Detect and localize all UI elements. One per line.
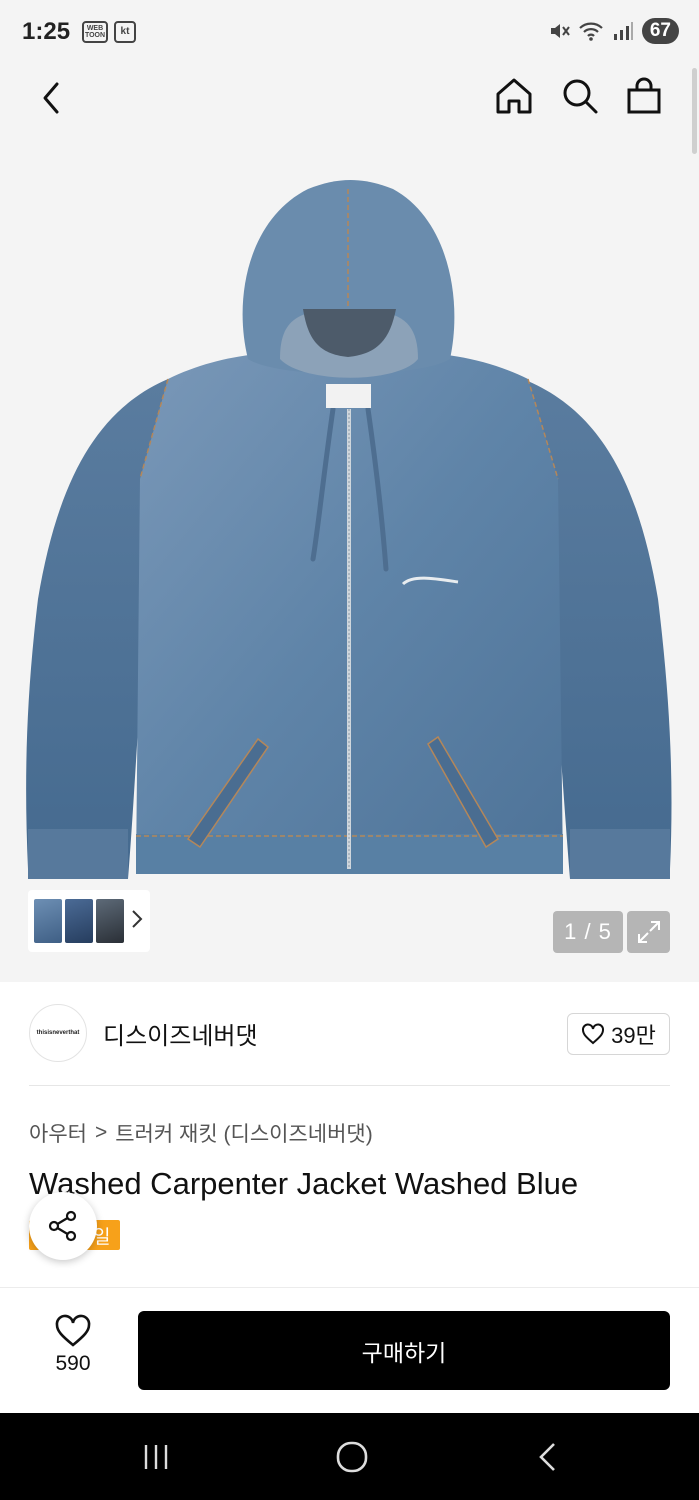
purchase-bar: 590 구매하기 <box>0 1288 699 1413</box>
battery-indicator: 67 <box>641 18 679 44</box>
thumbnail[interactable] <box>96 899 124 943</box>
expand-icon[interactable] <box>627 911 670 953</box>
product-gallery[interactable]: 1 / 5 <box>0 64 699 982</box>
breadcrumb-category[interactable]: 아우터 <box>29 1118 87 1148</box>
status-bar: 1:25 WEB TOON kt 67 <box>0 0 699 64</box>
home-button-icon[interactable] <box>330 1437 374 1477</box>
back-icon[interactable] <box>30 76 74 120</box>
brand-name[interactable]: 디스이즈네버댓 <box>103 1016 258 1051</box>
share-icon <box>48 1210 77 1242</box>
system-navigation-bar <box>0 1413 699 1500</box>
heart-icon <box>582 1023 605 1045</box>
brand-logo[interactable]: thisisneverthat <box>29 1004 87 1062</box>
thumbnail[interactable] <box>65 899 93 943</box>
share-button[interactable] <box>29 1192 97 1260</box>
signal-icon <box>613 22 633 40</box>
breadcrumb-subcategory[interactable]: 트러커 재킷 (디스이즈네버댓) <box>115 1118 373 1148</box>
brand-like-button[interactable]: 39만 <box>567 1013 670 1055</box>
kt-notification-icon: kt <box>114 21 136 43</box>
image-counter: 1 / 5 <box>553 911 623 953</box>
status-icons: 67 <box>548 18 679 44</box>
breadcrumb-separator: > <box>94 1121 108 1144</box>
mute-icon <box>550 24 570 38</box>
status-time: 1:25 <box>22 18 71 45</box>
thumbnail[interactable] <box>34 899 62 943</box>
buy-button[interactable]: 구매하기 <box>138 1311 670 1390</box>
wishlist-button[interactable]: 590 <box>28 1314 118 1394</box>
breadcrumb: 아우터 > 트러커 재킷 (디스이즈네버댓) <box>29 1118 373 1148</box>
recent-apps-icon[interactable] <box>134 1437 178 1477</box>
wifi-icon <box>579 22 603 41</box>
home-icon[interactable] <box>492 74 536 118</box>
divider <box>29 1085 670 1086</box>
product-image[interactable] <box>18 179 681 891</box>
system-back-icon[interactable] <box>526 1437 570 1477</box>
thumbnail-strip[interactable] <box>28 890 150 952</box>
chevron-right-icon[interactable] <box>131 909 143 934</box>
wishlist-count: 590 <box>55 1352 91 1375</box>
shopping-bag-icon[interactable] <box>622 74 666 118</box>
search-icon[interactable] <box>558 74 602 118</box>
scrollbar[interactable] <box>692 68 697 154</box>
brand-like-count: 39만 <box>611 1023 656 1048</box>
product-title: Washed Carpenter Jacket Washed Blue <box>29 1166 579 1201</box>
webtoon-notification-icon: WEB TOON <box>82 21 108 43</box>
brand-row[interactable]: thisisneverthat 디스이즈네버댓 39만 <box>0 982 699 1086</box>
heart-icon <box>55 1314 91 1347</box>
